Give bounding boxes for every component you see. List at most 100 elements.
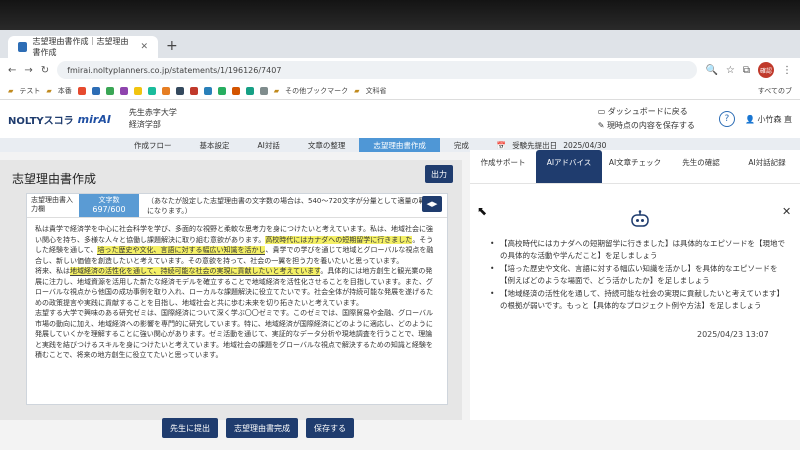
department: 経済学部	[128, 120, 161, 129]
bookmark-icon[interactable]	[77, 86, 86, 95]
tab-ai-chat-log[interactable]: AI対話記録	[734, 150, 800, 183]
app-logo[interactable]: NOLTYスコラ mirAI	[8, 112, 111, 127]
char-count-label: 文字数	[98, 196, 120, 204]
tab-ai-advice[interactable]: AIアドバイス	[536, 150, 602, 183]
extensions-icon[interactable]: ⧉	[743, 65, 750, 76]
save-current-link[interactable]: ✎ 現時点の内容を保存する	[598, 119, 695, 133]
mouse-cursor-icon: ⬉	[477, 204, 488, 218]
essay-text: 将来、私は	[35, 267, 70, 275]
all-bookmarks[interactable]: すべてのブ	[758, 86, 792, 96]
user-name[interactable]: 👤 小竹森 直	[745, 114, 792, 125]
dashboard-label: ダッシュボードに戻る	[607, 107, 688, 116]
bookmark-icon[interactable]	[175, 86, 184, 95]
folder-icon: ▰	[273, 86, 280, 95]
address-bar-row: ← → ↻ fmirai.noltyplanners.co.jp/stateme…	[0, 58, 800, 82]
bookmark-folder[interactable]: その他ブックマーク	[285, 86, 348, 96]
assist-tabs: 作成サポート AIアドバイス AI文章チェック 先生の確認 AI対話記録	[470, 150, 800, 184]
menu-icon[interactable]: ⋮	[782, 65, 792, 76]
char-count-value: 697/600	[92, 205, 126, 214]
bookmark-icon[interactable]	[259, 86, 268, 95]
zoom-icon[interactable]: 🔍	[705, 65, 717, 76]
tab-ai-check[interactable]: AI文章チェック	[602, 150, 668, 183]
deadline-label: 受験先提出日	[512, 140, 558, 150]
tab-title: 志望理由書作成｜志望理由書作成	[32, 37, 129, 57]
save-button[interactable]: 保存する	[306, 418, 354, 438]
robot-icon	[631, 210, 649, 227]
collapse-arrows-icon[interactable]: ◀▶	[422, 196, 442, 212]
bookmark-icon[interactable]	[189, 86, 198, 95]
url-text: fmirai.noltyplanners.co.jp/statements/1/…	[67, 65, 282, 75]
bookmark-icon[interactable]	[245, 86, 254, 95]
card-header: 志望理由書入力欄 文字数 697/600 （あなたが設定した志望理由書の文字数の…	[27, 194, 447, 218]
reload-icon[interactable]: ↻	[41, 65, 49, 76]
tab-support[interactable]: 作成サポート	[470, 150, 536, 183]
forward-icon[interactable]: →	[24, 65, 32, 76]
bookmark-icon[interactable]	[119, 86, 128, 95]
step-item[interactable]: AI対話	[244, 138, 294, 152]
bookmark-icon[interactable]	[203, 86, 212, 95]
output-button[interactable]: 出力	[425, 165, 453, 183]
user-name-text: 小竹森 直	[757, 114, 792, 124]
folder-icon: ▰	[46, 86, 52, 95]
close-tab-icon[interactable]: ✕	[140, 42, 148, 52]
school-name: 先生赤字大学	[128, 108, 177, 117]
submit-to-teacher-button[interactable]: 先生に提出	[162, 418, 218, 438]
bookmark-icon[interactable]	[91, 86, 100, 95]
browser-tab[interactable]: 志望理由書作成｜志望理由書作成 ✕	[8, 36, 158, 58]
bookmark-icon[interactable]	[161, 86, 170, 95]
highlight-text[interactable]: 培った歴史や文化、言語に対する幅広い知識を活かし	[97, 246, 266, 255]
bookmark-icon[interactable]	[231, 86, 240, 95]
step-item[interactable]: 作成フロー	[120, 138, 186, 152]
save-current-label: 現時点の内容を保存する	[606, 121, 695, 130]
close-icon[interactable]: ✕	[782, 205, 791, 218]
logo-sub: mirAI	[77, 112, 111, 126]
complete-button[interactable]: 志望理由書完成	[226, 418, 298, 438]
essay-textarea[interactable]: 私は貴学で経済学を中心に社会科学を学び、多面的な視野と柔軟な思考力を身につけたい…	[27, 218, 447, 367]
bookmark-icon[interactable]	[133, 86, 142, 95]
bookmark-folder[interactable]: 文科省	[366, 86, 387, 96]
bookmark-icon[interactable]	[147, 86, 156, 95]
input-label: 志望理由書入力欄	[31, 196, 73, 213]
school-info: 先生赤字大学 経済学部	[129, 107, 177, 131]
app-header: NOLTYスコラ mirAI 先生赤字大学 経済学部 ▭ ダッシュボードに戻る …	[0, 100, 800, 138]
help-icon[interactable]: ?	[718, 111, 735, 127]
dashboard-link[interactable]: ▭ ダッシュボードに戻る	[598, 105, 695, 119]
essay-paragraph: 将来、私は地域経済の活性化を通して、持続可能な社会の実現に貢献したいと考えていま…	[35, 266, 439, 308]
advice-item: 【培った歴史や文化、言語に対する幅広い知識を活かし】を具体的なエピソードを【例え…	[490, 263, 790, 287]
logo-text: NOLTYスコラ	[8, 115, 74, 127]
tab-teacher-review[interactable]: 先生の確認	[668, 150, 734, 183]
bookmark-icon[interactable]	[217, 86, 226, 95]
advice-item: 【高校時代にはカナダへの短期留学に行きました】は具体的なエピソードを【現地での具…	[490, 238, 790, 262]
essay-paragraph: 志望する大学で興味のある研究ゼミは、国際経済について深く学ぶ〇〇ゼミです。このゼ…	[35, 309, 434, 359]
folder-icon: ▰	[8, 86, 14, 95]
deadline-date: 2025/04/30	[563, 140, 607, 150]
new-tab-icon[interactable]: +	[166, 38, 178, 54]
url-field[interactable]: fmirai.noltyplanners.co.jp/statements/1/…	[57, 61, 698, 79]
highlight-text[interactable]: 高校時代にはカナダへの短期留学に行きました	[265, 235, 413, 244]
bookmarks-bar: ▰ テスト ▰ 本番 ▰ その他ブックマーク ▰ 文科省 すべてのブ	[0, 82, 800, 100]
char-count-box: 文字数 697/600	[79, 194, 139, 217]
page-title: 志望理由書作成	[12, 172, 97, 186]
length-note: （あなたが設定した志望理由書の文字数の場合は、540〜720文字が分量として適量…	[147, 197, 433, 215]
bookmark-icon[interactable]	[105, 86, 114, 95]
essay-card: 志望理由書入力欄 文字数 697/600 （あなたが設定した志望理由書の文字数の…	[26, 193, 448, 405]
action-buttons: 先生に提出 志望理由書完成 保存する	[162, 418, 354, 438]
step-item[interactable]: 基本設定	[186, 138, 244, 152]
tab-bar: 志望理由書作成｜志望理由書作成 ✕ +	[0, 30, 800, 58]
essay-paragraph: 私は貴学で経済学を中心に社会科学を学び、多面的な視野と柔軟な思考力を身につけたい…	[35, 224, 439, 266]
bookmark-item[interactable]: テスト	[19, 86, 40, 96]
profile-avatar[interactable]: 確認	[758, 62, 774, 78]
back-icon[interactable]: ←	[8, 65, 16, 76]
advice-item: 【地域経済の活性化を通して、持続可能な社会の実現に貢献したいと考えています】の根…	[490, 288, 790, 312]
advice-timestamp: 2025/04/23 13:07	[697, 330, 769, 339]
advice-list: 【高校時代にはカナダへの短期留学に行きました】は具体的なエピソードを【現地での具…	[490, 238, 790, 313]
deadline: 📅 受験先提出日 2025/04/30	[497, 140, 607, 151]
bookmark-item[interactable]: 本番	[58, 86, 72, 96]
header-actions: ▭ ダッシュボードに戻る ✎ 現時点の内容を保存する	[598, 105, 695, 133]
highlight-text[interactable]: 地域経済の活性化を通して、持続可能な社会の実現に貢献したいと考えています	[70, 267, 321, 276]
star-icon[interactable]: ☆	[726, 65, 735, 76]
step-item[interactable]: 文章の整理	[294, 138, 360, 152]
step-item-active[interactable]: 志望理由書作成	[359, 138, 440, 152]
monitor-bezel	[0, 0, 800, 30]
calendar-icon: 📅	[496, 140, 507, 150]
